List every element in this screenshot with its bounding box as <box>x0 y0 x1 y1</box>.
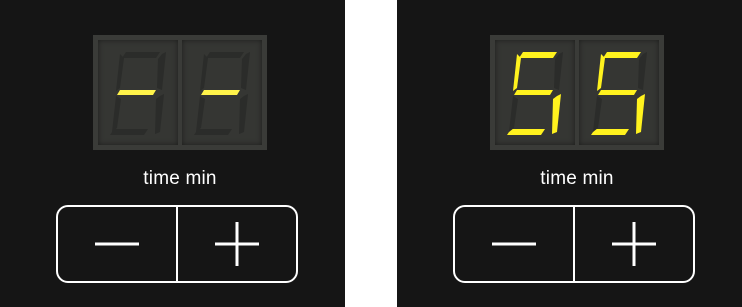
increment-button[interactable] <box>573 207 693 281</box>
segment-e <box>593 96 602 132</box>
segment-a <box>603 52 641 58</box>
segment-c <box>239 94 248 134</box>
time-label: time min <box>540 168 614 189</box>
segment-f <box>116 54 124 91</box>
segment-c <box>552 94 561 134</box>
segment-a <box>519 52 557 58</box>
seven-segment-display <box>93 35 267 150</box>
segment-g <box>598 90 637 95</box>
segment-c <box>636 94 645 134</box>
seven-segment-display <box>490 35 664 150</box>
decrement-button[interactable] <box>58 207 176 281</box>
digit-tens <box>495 40 575 145</box>
segment-e <box>112 96 121 132</box>
segment-f <box>200 54 208 91</box>
segment-f <box>597 54 605 91</box>
segment-d <box>110 129 148 135</box>
segment-b <box>638 52 647 90</box>
digit-ones-segments <box>194 52 250 135</box>
segment-d <box>591 129 629 135</box>
digit-ones <box>182 40 262 145</box>
segment-c <box>155 94 164 134</box>
increment-button[interactable] <box>176 207 296 281</box>
digit-tens-segments <box>110 52 166 135</box>
segment-g <box>117 90 156 95</box>
time-stepper <box>56 205 298 283</box>
segment-g <box>514 90 553 95</box>
segment-a <box>122 52 160 58</box>
plus-icon <box>612 222 656 266</box>
segment-b <box>157 52 166 90</box>
timer-panel-off: time min <box>0 0 345 307</box>
segment-b <box>554 52 563 90</box>
digit-ones <box>579 40 659 145</box>
time-label: time min <box>143 168 217 189</box>
digit-ones-segments <box>591 52 647 135</box>
decrement-button[interactable] <box>455 207 573 281</box>
minus-icon <box>492 242 536 246</box>
segment-a <box>206 52 244 58</box>
segment-g <box>201 90 240 95</box>
time-stepper <box>453 205 695 283</box>
segment-d <box>194 129 232 135</box>
plus-icon <box>215 222 259 266</box>
segment-b <box>241 52 250 90</box>
segment-e <box>196 96 205 132</box>
minus-icon <box>95 242 139 246</box>
timer-panel-on: time min <box>397 0 742 307</box>
segment-d <box>507 129 545 135</box>
digit-tens <box>98 40 178 145</box>
digit-tens-segments <box>507 52 563 135</box>
segment-e <box>509 96 518 132</box>
segment-f <box>513 54 521 91</box>
